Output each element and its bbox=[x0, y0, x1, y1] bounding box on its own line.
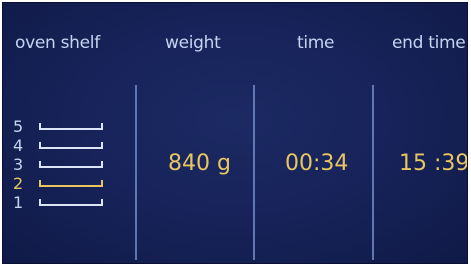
column-divider bbox=[372, 85, 374, 260]
time-header: time bbox=[297, 33, 335, 53]
end-time-header: end time bbox=[392, 33, 466, 53]
shelf-number: 4 bbox=[13, 136, 24, 155]
shelf-item-1[interactable]: 1 bbox=[13, 193, 123, 212]
shelf-number: 1 bbox=[13, 193, 24, 212]
shelf-number: 2 bbox=[13, 174, 24, 193]
shelf-item-2[interactable]: 2 bbox=[13, 174, 123, 193]
time-value[interactable]: 00:34 bbox=[285, 151, 348, 176]
weight-header: weight bbox=[165, 33, 221, 53]
weight-value[interactable]: 840 g bbox=[168, 151, 231, 176]
shelf-icon bbox=[39, 180, 103, 187]
shelf-number: 3 bbox=[13, 155, 24, 174]
column-divider bbox=[253, 85, 255, 260]
shelf-selector[interactable]: 5 4 3 2 1 bbox=[13, 117, 123, 212]
shelf-icon bbox=[39, 142, 103, 149]
end-time-value[interactable]: 15 :39 bbox=[399, 151, 467, 176]
column-divider bbox=[135, 85, 137, 260]
shelf-item-5[interactable]: 5 bbox=[13, 117, 123, 136]
oven-shelf-header: oven shelf bbox=[15, 33, 100, 53]
shelf-icon bbox=[39, 123, 103, 130]
oven-display: oven shelf weight time end time 5 4 3 2 … bbox=[2, 2, 468, 264]
shelf-icon bbox=[39, 161, 103, 168]
shelf-icon bbox=[39, 199, 103, 206]
shelf-item-3[interactable]: 3 bbox=[13, 155, 123, 174]
shelf-number: 5 bbox=[13, 117, 24, 136]
shelf-item-4[interactable]: 4 bbox=[13, 136, 123, 155]
